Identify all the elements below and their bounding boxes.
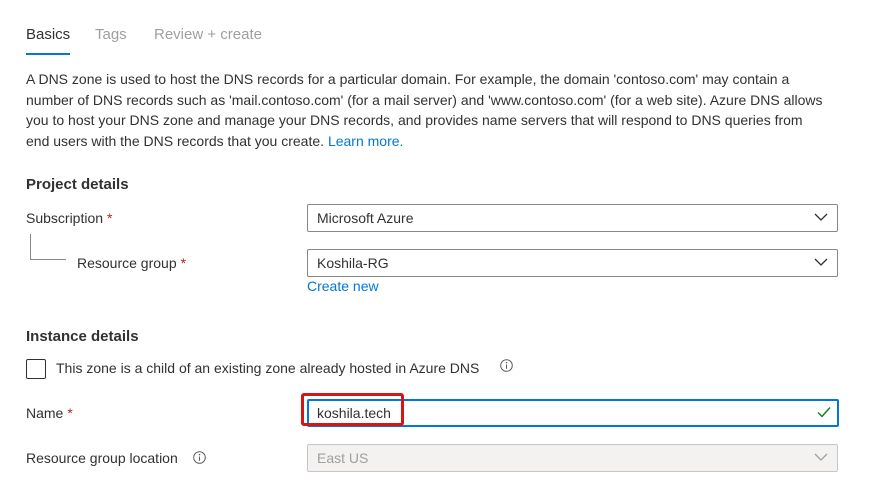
subscription-dropdown[interactable]: Microsoft Azure	[307, 204, 838, 232]
subscription-label: Subscription *	[26, 210, 113, 226]
chevron-down-icon	[814, 258, 828, 266]
learn-more-link[interactable]: Learn more.	[328, 133, 403, 149]
child-zone-checkbox[interactable]	[26, 359, 46, 379]
checkmark-icon	[817, 407, 831, 418]
name-input[interactable]: koshila.tech	[307, 399, 839, 427]
resource-group-value: Koshila-RG	[317, 255, 389, 271]
child-zone-label: This zone is a child of an existing zone…	[56, 360, 480, 376]
tab-review-create[interactable]: Review + create	[154, 26, 262, 43]
create-new-link[interactable]: Create new	[307, 278, 379, 294]
resource-group-label-text: Resource group	[77, 255, 177, 271]
project-details-heading: Project details	[26, 176, 129, 193]
resource-group-label: Resource group *	[77, 255, 186, 271]
tree-connector	[30, 234, 31, 259]
description-text: A DNS zone is used to host the DNS recor…	[26, 71, 823, 149]
name-input-value: koshila.tech	[317, 405, 391, 421]
description: A DNS zone is used to host the DNS recor…	[26, 69, 826, 151]
active-tab-indicator	[26, 53, 70, 55]
name-label: Name *	[26, 405, 73, 421]
rg-location-dropdown: East US	[307, 444, 838, 472]
rg-location-label: Resource group location	[26, 450, 178, 466]
chevron-down-icon	[814, 453, 828, 461]
info-icon[interactable]	[193, 451, 206, 464]
resource-group-dropdown[interactable]: Koshila-RG	[307, 249, 838, 277]
chevron-down-icon	[814, 213, 828, 221]
name-label-text: Name	[26, 405, 64, 421]
required-marker: *	[107, 210, 113, 226]
info-icon[interactable]	[500, 359, 513, 372]
subscription-label-text: Subscription	[26, 210, 104, 226]
tab-basics[interactable]: Basics	[26, 26, 70, 43]
instance-details-heading: Instance details	[26, 328, 139, 345]
tab-tags[interactable]: Tags	[95, 26, 127, 43]
rg-location-value: East US	[317, 450, 369, 466]
subscription-value: Microsoft Azure	[317, 210, 414, 226]
required-marker: *	[67, 405, 73, 421]
required-marker: *	[180, 255, 187, 271]
tree-connector	[30, 259, 66, 260]
